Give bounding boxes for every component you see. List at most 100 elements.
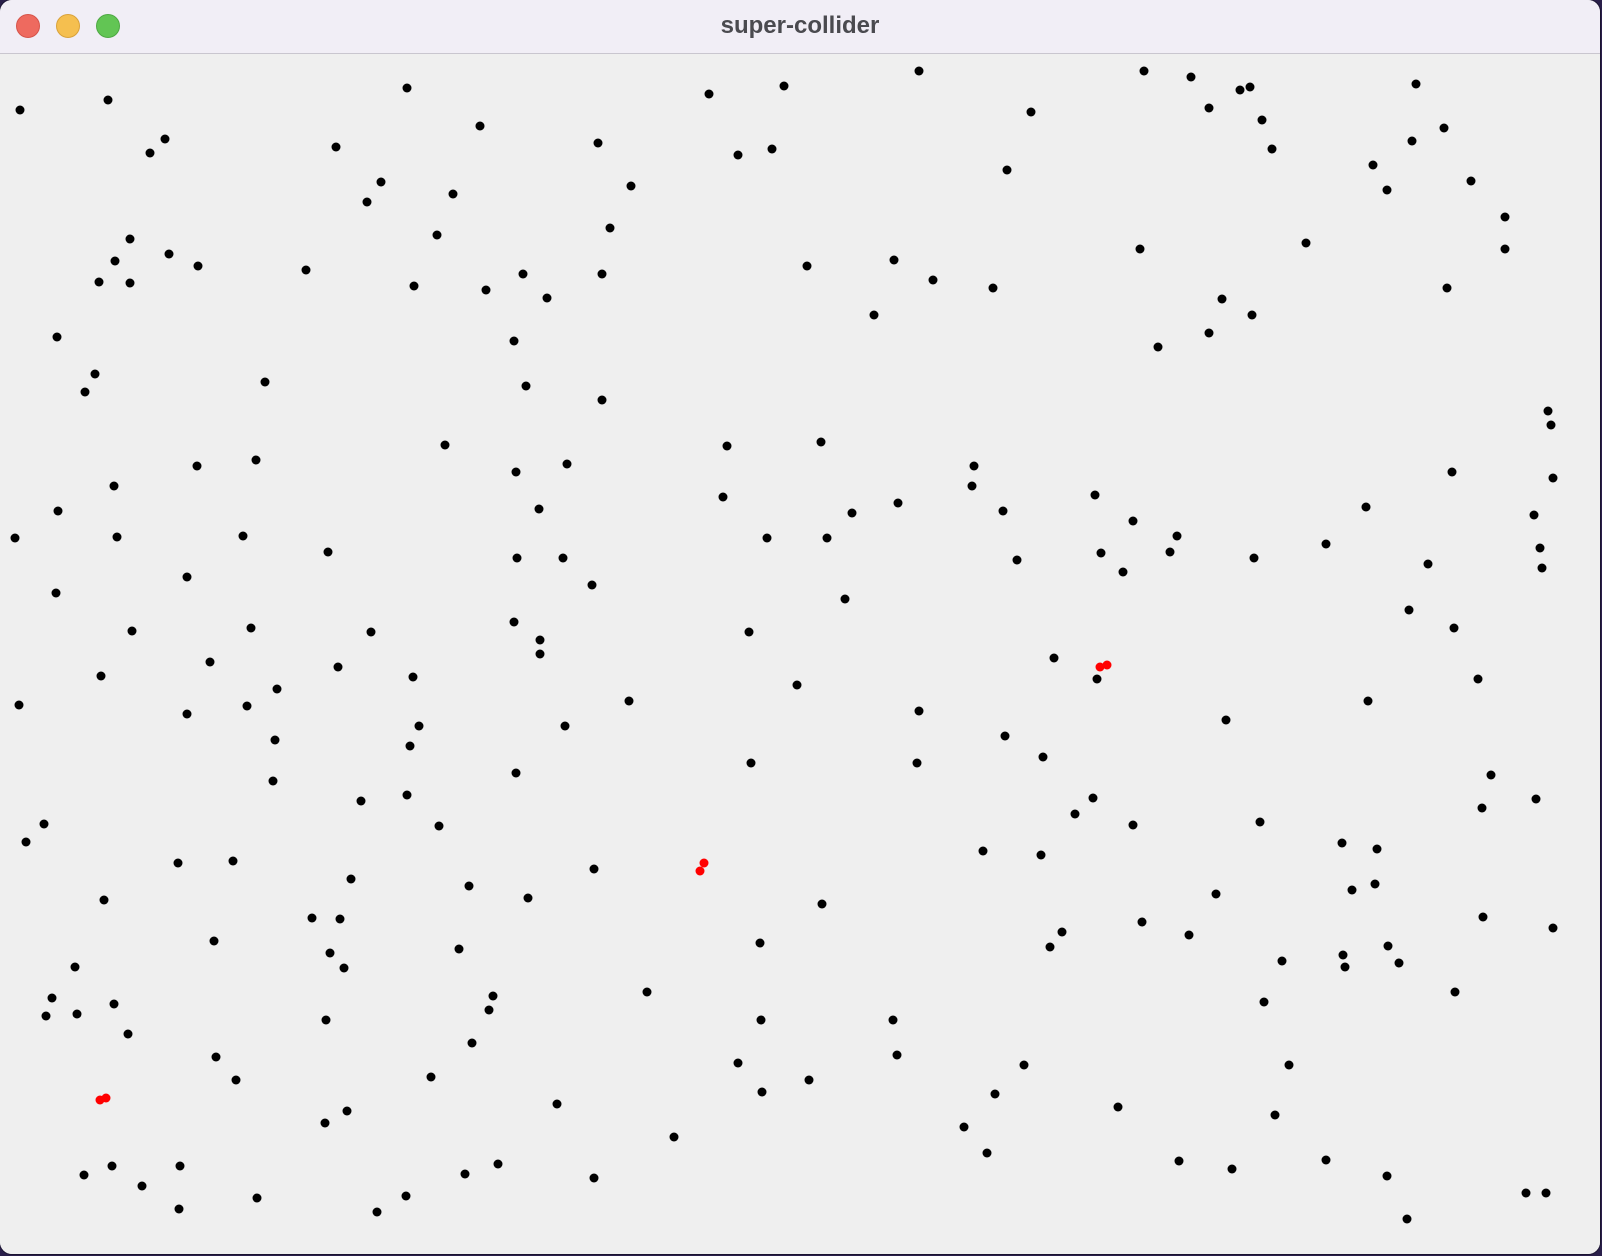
- particle: [762, 533, 772, 543]
- particle: [757, 1087, 767, 1097]
- particle: [339, 963, 349, 973]
- particle: [1000, 731, 1010, 741]
- particle: [523, 893, 533, 903]
- particle: [414, 721, 424, 731]
- particle: [493, 1159, 503, 1169]
- particle: [123, 1029, 133, 1039]
- particle: [325, 948, 335, 958]
- particle: [301, 265, 311, 275]
- particle: [1211, 889, 1221, 899]
- particle: [51, 588, 61, 598]
- particle: [1174, 1156, 1184, 1166]
- particle: [1383, 941, 1393, 951]
- particle: [228, 856, 238, 866]
- particle: [511, 768, 521, 778]
- particle: [817, 899, 827, 909]
- particle: [1531, 794, 1541, 804]
- particle: [39, 819, 49, 829]
- particle: [1049, 653, 1059, 663]
- particle: [346, 874, 356, 884]
- particle: [432, 230, 442, 240]
- particle: [1096, 548, 1106, 558]
- particle: [542, 293, 552, 303]
- particle: [1267, 144, 1277, 154]
- particle: [1337, 838, 1347, 848]
- particle: [1500, 244, 1510, 254]
- particle: [521, 381, 531, 391]
- particle: [454, 944, 464, 954]
- particle: [605, 223, 615, 233]
- particle: [252, 1193, 262, 1203]
- particle: [779, 81, 789, 91]
- particle: [356, 796, 366, 806]
- particle: [405, 741, 415, 751]
- particle: [107, 1161, 117, 1171]
- particle: [1402, 1214, 1412, 1224]
- particle: [251, 455, 261, 465]
- particle-field: [10, 66, 1558, 1224]
- app-window: super-collider: [0, 0, 1600, 1254]
- particle: [15, 105, 25, 115]
- particle: [518, 269, 528, 279]
- particle: [174, 1204, 184, 1214]
- particle: [1473, 674, 1483, 684]
- particle: [80, 387, 90, 397]
- particle: [320, 1118, 330, 1128]
- particle: [990, 1089, 1000, 1099]
- particle: [552, 1099, 562, 1109]
- particle: [1137, 917, 1147, 927]
- particle: [816, 437, 826, 447]
- particle: [1128, 820, 1138, 830]
- particle: [342, 1106, 352, 1116]
- particle: [127, 626, 137, 636]
- particle: [205, 657, 215, 667]
- particle: [1529, 510, 1539, 520]
- particle: [1057, 927, 1067, 937]
- particle: [914, 706, 924, 716]
- particle: [733, 1058, 743, 1068]
- particle: [1500, 212, 1510, 222]
- particle: [209, 936, 219, 946]
- particle: [182, 709, 192, 719]
- particle: [1411, 79, 1421, 89]
- particle: [593, 138, 603, 148]
- particle: [1245, 82, 1255, 92]
- particle: [408, 672, 418, 682]
- particle: [402, 790, 412, 800]
- particle: [1370, 879, 1380, 889]
- window-title: super-collider: [720, 12, 880, 39]
- particle: [464, 881, 474, 891]
- particle: [587, 580, 597, 590]
- particle: [96, 671, 106, 681]
- particle: [840, 594, 850, 604]
- particle: [72, 1009, 82, 1019]
- particle: [1535, 543, 1545, 553]
- particle: [137, 1181, 147, 1191]
- particle: [372, 1207, 382, 1217]
- title-bar[interactable]: super-collider: [0, 0, 1600, 54]
- particle: [460, 1169, 470, 1179]
- particle: [193, 261, 203, 271]
- particle: [488, 991, 498, 1001]
- particle: [14, 700, 24, 710]
- particle: [1090, 490, 1100, 500]
- particle: [509, 336, 519, 346]
- particle: [260, 377, 270, 387]
- particle: [160, 134, 170, 144]
- particle: [1270, 1110, 1280, 1120]
- particle: [869, 310, 879, 320]
- particle: [192, 461, 202, 471]
- particle: [597, 269, 607, 279]
- particle: [1450, 987, 1460, 997]
- particle: [888, 1015, 898, 1025]
- particle: [1255, 817, 1265, 827]
- particle: [1235, 85, 1245, 95]
- particle: [1363, 696, 1373, 706]
- simulation-canvas[interactable]: [0, 54, 1600, 1254]
- particle: [1394, 958, 1404, 968]
- particle: [90, 369, 100, 379]
- particle: [1139, 66, 1149, 76]
- particle: [512, 553, 522, 563]
- particle: [268, 776, 278, 786]
- particle: [1347, 885, 1357, 895]
